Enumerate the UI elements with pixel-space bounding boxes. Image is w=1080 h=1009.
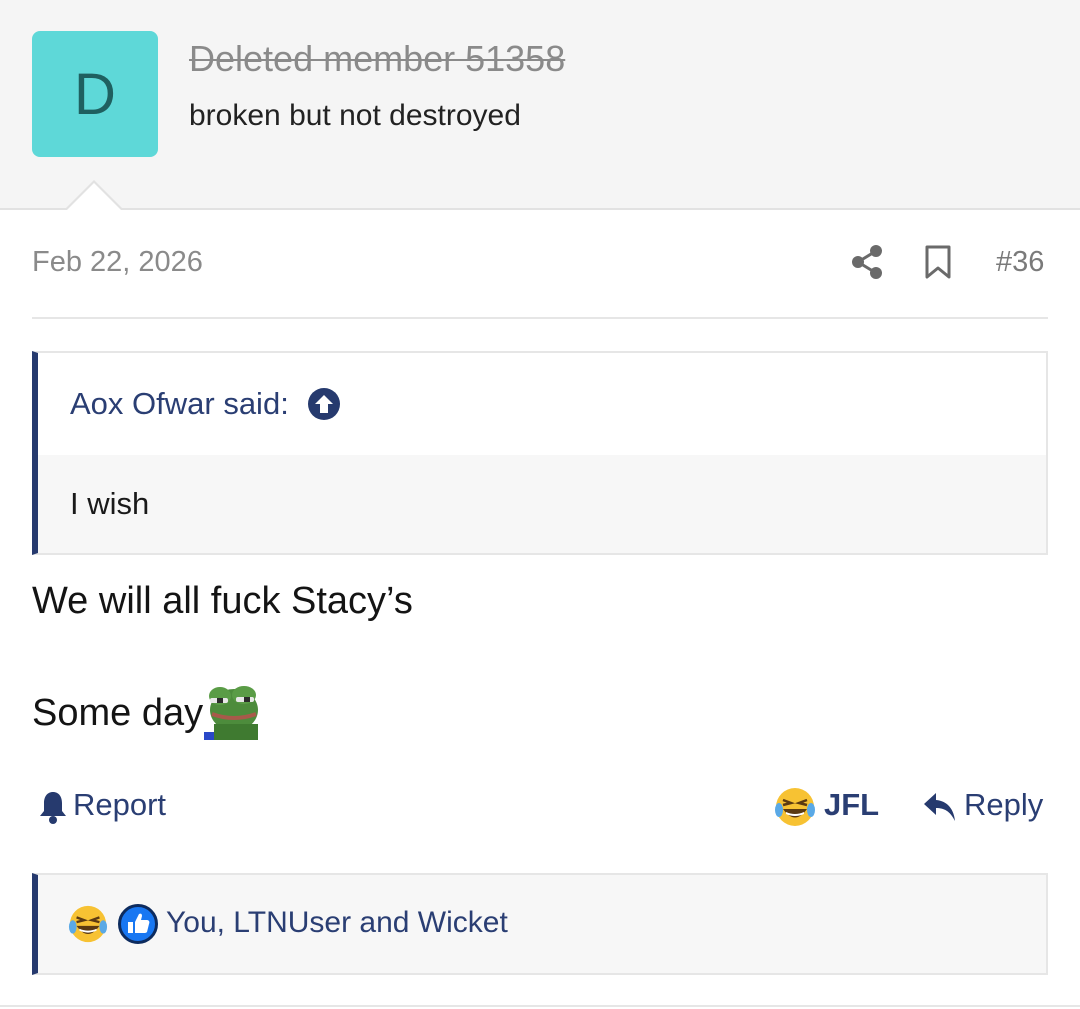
pepe-emoji-icon (204, 684, 258, 740)
quote-block: Aox Ofwar said: I wish (32, 351, 1048, 555)
avatar-letter: D (74, 61, 116, 127)
post-date[interactable]: Feb 22, 2026 (32, 246, 203, 279)
laughing-crying-emoji-icon (68, 905, 108, 943)
share-icon[interactable] (850, 244, 884, 280)
message-text: We will all fuck Stacy’s (32, 580, 413, 622)
bell-icon[interactable] (38, 790, 68, 824)
message-text: Some day (32, 692, 204, 734)
reply-button[interactable]: Reply (964, 787, 1043, 823)
avatar[interactable]: D (32, 31, 158, 157)
post-number-link[interactable]: #36 (996, 246, 1044, 279)
bookmark-icon[interactable] (924, 245, 952, 279)
quote-text: I wish (70, 486, 150, 521)
post-header: D Deleted member 51358 broken but not de… (0, 0, 1080, 210)
reaction-button[interactable]: JFL (824, 787, 879, 823)
reactions-bar[interactable]: You, LTNUser and Wicket (32, 873, 1048, 975)
laughing-crying-emoji-icon[interactable] (774, 786, 816, 828)
username[interactable]: Deleted member 51358 (189, 38, 565, 80)
reply-arrow-icon[interactable] (922, 791, 958, 823)
quote-body: I wish (38, 455, 1046, 553)
divider (32, 317, 1048, 319)
divider (0, 1005, 1080, 1007)
arrow-up-circle-icon[interactable] (307, 387, 341, 421)
quote-header: Aox Ofwar said: (38, 353, 1046, 455)
reactions-summary[interactable]: You, LTNUser and Wicket (166, 906, 508, 940)
quote-author[interactable]: Aox Ofwar said: (70, 386, 289, 422)
report-button[interactable]: Report (73, 787, 166, 823)
thumbs-up-icon (118, 904, 158, 944)
header-pointer-fill (66, 183, 122, 211)
user-title: broken but not destroyed (189, 99, 521, 132)
